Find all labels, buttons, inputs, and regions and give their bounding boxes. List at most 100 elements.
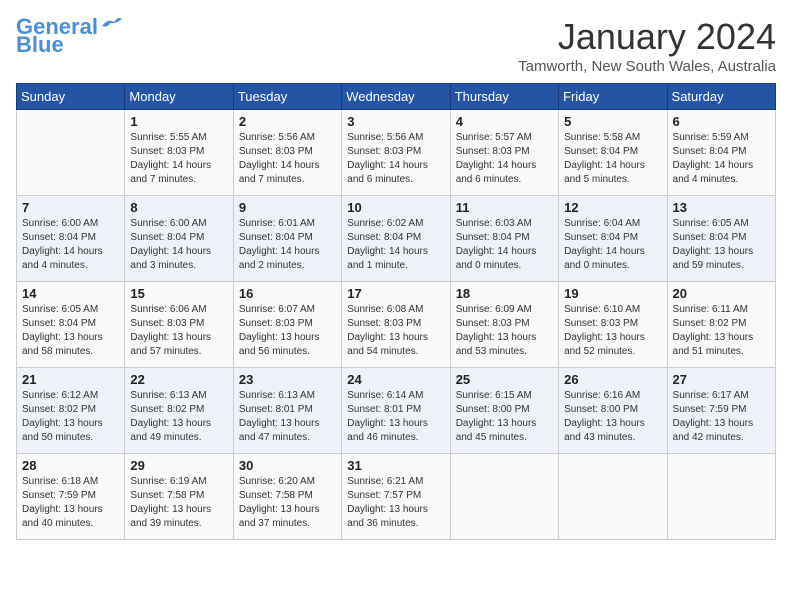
day-number: 18 [456,286,553,301]
day-number: 7 [22,200,119,215]
calendar-cell: 18 Sunrise: 6:09 AMSunset: 8:03 PMDayligh… [450,282,558,368]
calendar-cell: 21 Sunrise: 6:12 AMSunset: 8:02 PMDayligh… [17,368,125,454]
day-number: 14 [22,286,119,301]
day-number: 9 [239,200,336,215]
day-info: Sunrise: 6:04 AMSunset: 8:04 PMDaylight:… [564,217,661,273]
calendar-cell: 25 Sunrise: 6:15 AMSunset: 8:00 PMDayligh… [450,368,558,454]
logo: General Blue [16,16,122,56]
calendar-cell: 6 Sunrise: 5:59 AMSunset: 8:04 PMDaylight… [667,110,775,196]
calendar-cell: 2 Sunrise: 5:56 AMSunset: 8:03 PMDaylight… [233,110,341,196]
day-info: Sunrise: 6:19 AMSunset: 7:58 PMDaylight:… [130,475,227,531]
day-info: Sunrise: 6:13 AMSunset: 8:02 PMDaylight:… [130,389,227,445]
day-info: Sunrise: 5:55 AMSunset: 8:03 PMDaylight:… [130,131,227,187]
month-title: January 2024 [518,16,776,58]
calendar-table: SundayMondayTuesdayWednesdayThursdayFrid… [16,83,776,540]
weekday-header-saturday: Saturday [667,84,775,110]
day-info: Sunrise: 6:15 AMSunset: 8:00 PMDaylight:… [456,389,553,445]
day-number: 6 [673,114,770,129]
calendar-cell: 13 Sunrise: 6:05 AMSunset: 8:04 PMDayligh… [667,196,775,282]
day-number: 2 [239,114,336,129]
day-info: Sunrise: 6:02 AMSunset: 8:04 PMDaylight:… [347,217,444,273]
day-info: Sunrise: 6:14 AMSunset: 8:01 PMDaylight:… [347,389,444,445]
weekday-header-thursday: Thursday [450,84,558,110]
day-info: Sunrise: 6:20 AMSunset: 7:58 PMDaylight:… [239,475,336,531]
day-info: Sunrise: 6:03 AMSunset: 8:04 PMDaylight:… [456,217,553,273]
calendar-cell: 20 Sunrise: 6:11 AMSunset: 8:02 PMDayligh… [667,282,775,368]
day-info: Sunrise: 6:05 AMSunset: 8:04 PMDaylight:… [22,303,119,359]
calendar-cell: 10 Sunrise: 6:02 AMSunset: 8:04 PMDayligh… [342,196,450,282]
day-number: 28 [22,458,119,473]
calendar-cell: 4 Sunrise: 5:57 AMSunset: 8:03 PMDaylight… [450,110,558,196]
day-info: Sunrise: 6:16 AMSunset: 8:00 PMDaylight:… [564,389,661,445]
calendar-cell: 14 Sunrise: 6:05 AMSunset: 8:04 PMDayligh… [17,282,125,368]
weekday-header-sunday: Sunday [17,84,125,110]
day-info: Sunrise: 5:57 AMSunset: 8:03 PMDaylight:… [456,131,553,187]
day-number: 21 [22,372,119,387]
weekday-header-wednesday: Wednesday [342,84,450,110]
header: General Blue January 2024 Tamworth, New … [16,16,776,75]
day-number: 12 [564,200,661,215]
day-number: 16 [239,286,336,301]
day-info: Sunrise: 6:13 AMSunset: 8:01 PMDaylight:… [239,389,336,445]
day-info: Sunrise: 6:10 AMSunset: 8:03 PMDaylight:… [564,303,661,359]
calendar-cell: 12 Sunrise: 6:04 AMSunset: 8:04 PMDayligh… [559,196,667,282]
day-info: Sunrise: 6:06 AMSunset: 8:03 PMDaylight:… [130,303,227,359]
day-number: 25 [456,372,553,387]
day-info: Sunrise: 6:09 AMSunset: 8:03 PMDaylight:… [456,303,553,359]
calendar-cell: 31 Sunrise: 6:21 AMSunset: 7:57 PMDayligh… [342,454,450,540]
day-number: 4 [456,114,553,129]
day-info: Sunrise: 5:58 AMSunset: 8:04 PMDaylight:… [564,131,661,187]
calendar-cell: 9 Sunrise: 6:01 AMSunset: 8:04 PMDaylight… [233,196,341,282]
calendar-cell [450,454,558,540]
day-info: Sunrise: 6:00 AMSunset: 8:04 PMDaylight:… [130,217,227,273]
calendar-cell: 30 Sunrise: 6:20 AMSunset: 7:58 PMDayligh… [233,454,341,540]
day-info: Sunrise: 6:12 AMSunset: 8:02 PMDaylight:… [22,389,119,445]
calendar-cell: 19 Sunrise: 6:10 AMSunset: 8:03 PMDayligh… [559,282,667,368]
calendar-cell [17,110,125,196]
day-number: 27 [673,372,770,387]
day-info: Sunrise: 6:11 AMSunset: 8:02 PMDaylight:… [673,303,770,359]
calendar-cell: 28 Sunrise: 6:18 AMSunset: 7:59 PMDayligh… [17,454,125,540]
calendar-cell: 3 Sunrise: 5:56 AMSunset: 8:03 PMDaylight… [342,110,450,196]
calendar-cell: 23 Sunrise: 6:13 AMSunset: 8:01 PMDayligh… [233,368,341,454]
day-number: 15 [130,286,227,301]
day-info: Sunrise: 6:18 AMSunset: 7:59 PMDaylight:… [22,475,119,531]
logo-blue: Blue [16,34,64,56]
day-number: 22 [130,372,227,387]
weekday-header-friday: Friday [559,84,667,110]
day-info: Sunrise: 6:08 AMSunset: 8:03 PMDaylight:… [347,303,444,359]
calendar-cell: 29Sunrise: 6:19 AMSunset: 7:58 PMDayligh… [125,454,233,540]
calendar-cell [559,454,667,540]
day-info: Sunrise: 5:59 AMSunset: 8:04 PMDaylight:… [673,131,770,187]
day-info: Sunrise: 6:21 AMSunset: 7:57 PMDaylight:… [347,475,444,531]
day-number: 17 [347,286,444,301]
day-number: 11 [456,200,553,215]
day-number: 30 [239,458,336,473]
calendar-cell: 8 Sunrise: 6:00 AMSunset: 8:04 PMDaylight… [125,196,233,282]
location-subtitle: Tamworth, New South Wales, Australia [518,58,776,75]
calendar-cell: 16Sunrise: 6:07 AMSunset: 8:03 PMDayligh… [233,282,341,368]
calendar-cell [667,454,775,540]
day-number: 23 [239,372,336,387]
day-number: 20 [673,286,770,301]
day-number: 31 [347,458,444,473]
weekday-header-tuesday: Tuesday [233,84,341,110]
logo-bird-icon [100,16,122,34]
day-info: Sunrise: 6:05 AMSunset: 8:04 PMDaylight:… [673,217,770,273]
day-info: Sunrise: 6:01 AMSunset: 8:04 PMDaylight:… [239,217,336,273]
day-info: Sunrise: 6:17 AMSunset: 7:59 PMDaylight:… [673,389,770,445]
day-number: 24 [347,372,444,387]
day-info: Sunrise: 5:56 AMSunset: 8:03 PMDaylight:… [239,131,336,187]
day-number: 19 [564,286,661,301]
day-number: 10 [347,200,444,215]
day-info: Sunrise: 5:56 AMSunset: 8:03 PMDaylight:… [347,131,444,187]
day-number: 3 [347,114,444,129]
day-number: 8 [130,200,227,215]
calendar-cell: 11 Sunrise: 6:03 AMSunset: 8:04 PMDayligh… [450,196,558,282]
day-number: 1 [130,114,227,129]
day-number: 26 [564,372,661,387]
calendar-cell: 7Sunrise: 6:00 AMSunset: 8:04 PMDaylight… [17,196,125,282]
weekday-header-monday: Monday [125,84,233,110]
calendar-cell: 15 Sunrise: 6:06 AMSunset: 8:03 PMDayligh… [125,282,233,368]
day-number: 13 [673,200,770,215]
